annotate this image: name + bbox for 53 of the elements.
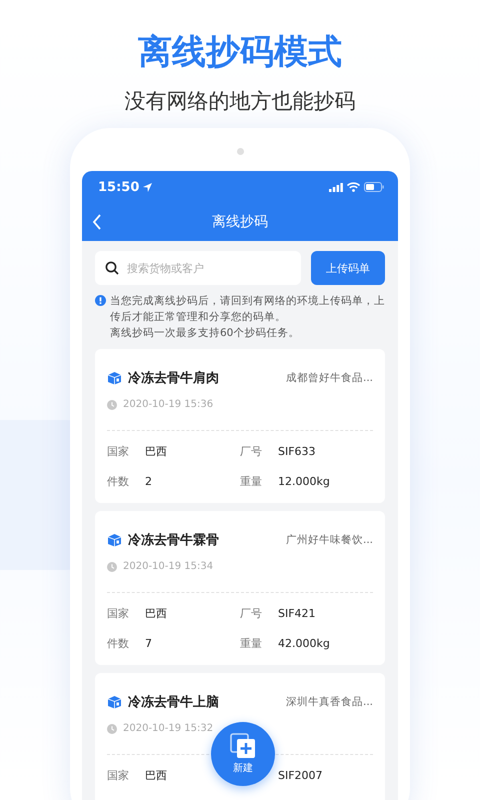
field-value: 巴西 <box>145 607 167 621</box>
field-label: 厂号 <box>240 445 263 459</box>
field-value: 12.000kg <box>278 475 330 489</box>
speaker-dot <box>236 148 244 155</box>
battery-icon <box>364 182 384 192</box>
field-value: SIF2007 <box>278 769 323 783</box>
record-card[interactable]: 冷冻去骨牛霖骨 广州好牛味餐饮... 2020-10-19 15:34 国家 巴西 厂号 SIF421 件数 7 重量 42.000kg <box>95 511 385 665</box>
customer-name: 深圳牛真香食品... <box>286 695 373 709</box>
field-value: 2 <box>145 475 152 489</box>
customer-name: 广州好牛味餐饮... <box>286 533 373 547</box>
record-card[interactable]: 冷冻去骨牛肩肉 成都曾好牛食品... 2020-10-19 15:36 国家 巴西 厂号 SIF633 件数 2 重量 12.000kg <box>95 349 385 503</box>
field-value: 巴西 <box>145 769 167 783</box>
nav-title: 离线抄码 <box>212 213 268 231</box>
add-document-icon <box>230 733 256 759</box>
headline: 离线抄码模式 <box>137 31 343 74</box>
field-label: 国家 <box>107 445 130 459</box>
field-label: 厂号 <box>240 607 263 621</box>
clock-icon <box>107 724 117 734</box>
customer-name: 成都曾好牛食品... <box>286 371 373 385</box>
clock-icon <box>107 400 117 410</box>
record-time: 2020-10-19 15:36 <box>123 399 214 410</box>
field-label: 件数 <box>107 475 130 489</box>
box-icon <box>107 695 122 709</box>
product-name: 冷冻去骨牛霖骨 <box>128 532 220 549</box>
field-label: 国家 <box>107 607 130 621</box>
product-name: 冷冻去骨牛上脑 <box>128 694 220 711</box>
field-value: 42.000kg <box>278 637 330 651</box>
location-arrow-icon <box>143 182 152 192</box>
search-field[interactable]: 搜索货物或客户 <box>95 251 301 285</box>
clock-icon <box>107 562 117 572</box>
status-time: 15:50 <box>98 180 140 194</box>
field-label: 件数 <box>107 637 130 651</box>
field-value: 巴西 <box>145 445 167 459</box>
wifi-icon <box>347 182 360 192</box>
box-icon <box>107 533 122 547</box>
notice-text: 当您完成离线抄码后，请回到有网络的环境上传码单，上传后才能正常管理和分享您的码单。 <box>110 294 385 325</box>
field-value: 7 <box>145 637 152 651</box>
record-time: 2020-10-19 15:34 <box>123 561 214 572</box>
notice-text: 离线抄码一次最多支持60个抄码任务。 <box>110 326 300 341</box>
signal-icon <box>329 182 343 192</box>
product-name: 冷冻去骨牛肩肉 <box>128 370 220 387</box>
field-label: 重量 <box>240 637 263 651</box>
record-time: 2020-10-19 15:32 <box>123 723 214 734</box>
field-label: 重量 <box>240 475 263 489</box>
subheadline: 没有网络的地方也能抄码 <box>124 88 356 115</box>
upload-button[interactable]: 上传码单 <box>311 251 385 285</box>
field-label: 国家 <box>107 769 130 783</box>
back-icon[interactable] <box>92 214 102 230</box>
info-icon <box>95 295 106 306</box>
field-value: SIF633 <box>278 445 316 459</box>
box-icon <box>107 371 122 385</box>
field-value: SIF421 <box>278 607 316 621</box>
search-icon <box>105 261 119 275</box>
